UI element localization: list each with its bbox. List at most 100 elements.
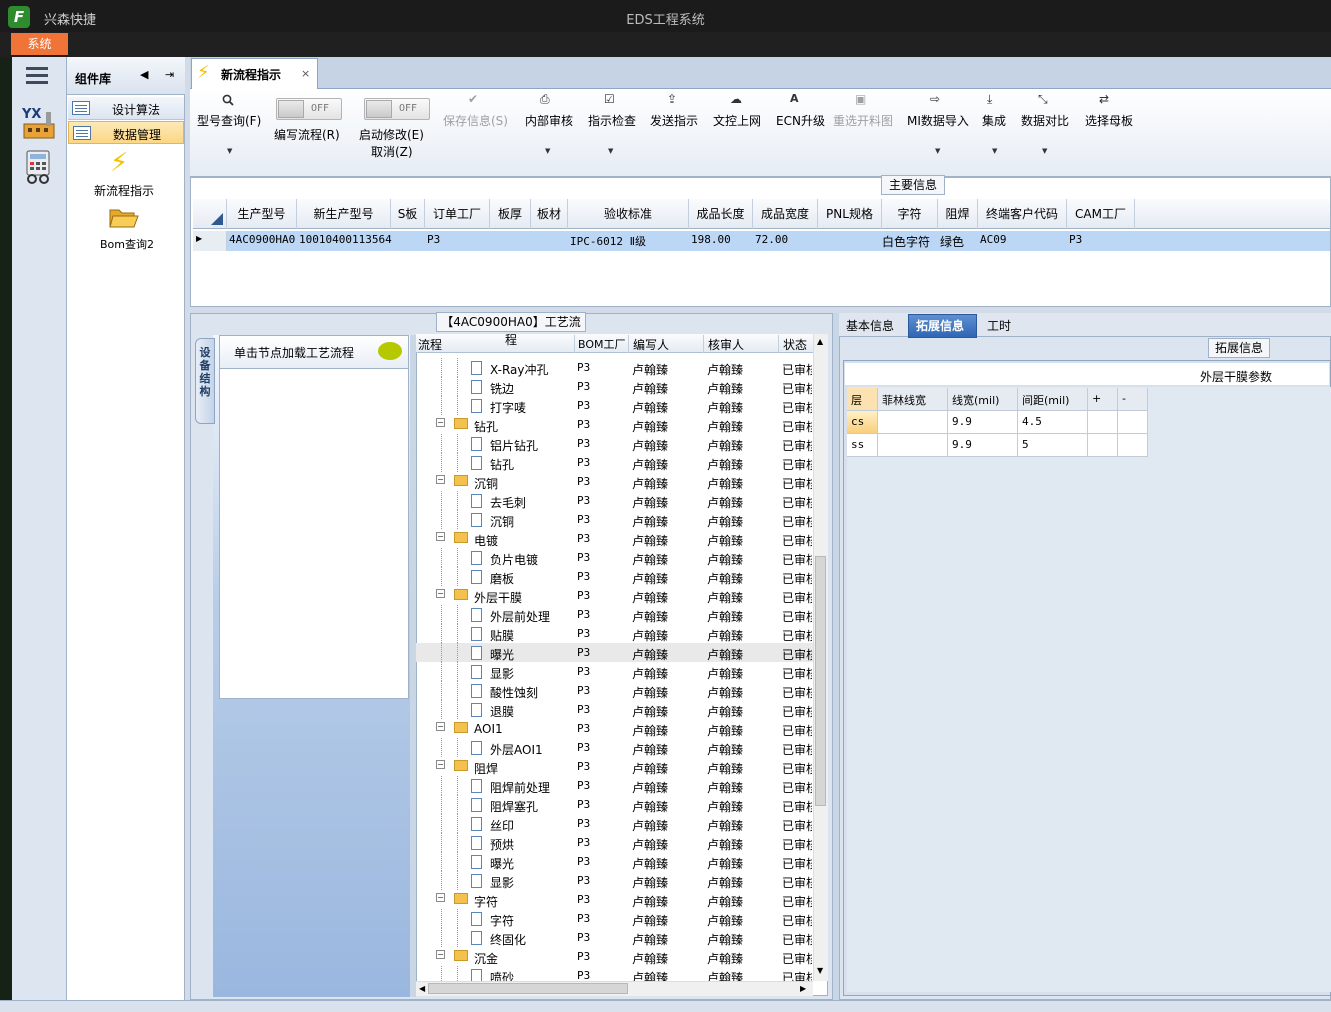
col-header[interactable]: 状态 bbox=[783, 336, 807, 353]
cell-plus[interactable] bbox=[1088, 411, 1118, 434]
select-motherboard-button[interactable]: 选择母板 bbox=[1085, 112, 1133, 129]
cell-film-width[interactable] bbox=[878, 411, 948, 434]
table-row[interactable]: 阻焊前处理 P3 卢翰臻 卢翰臻 已审核 bbox=[416, 776, 813, 795]
table-row[interactable]: X-Ray冲孔 P3 卢翰臻 卢翰臻 已审核 bbox=[416, 358, 813, 377]
col-header[interactable]: PNL规格 bbox=[818, 199, 882, 229]
table-row[interactable]: 外层前处理 P3 卢翰臻 卢翰臻 已审核 bbox=[416, 605, 813, 624]
table-row[interactable]: 丝印 P3 卢翰臻 卢翰臻 已审核 bbox=[416, 814, 813, 833]
col-header[interactable]: 成品长度 bbox=[689, 199, 753, 229]
cell-line-width[interactable]: 9.9 bbox=[948, 434, 1018, 457]
col-header[interactable]: CAM工厂 bbox=[1067, 199, 1135, 229]
col-header[interactable]: 间距(mil) bbox=[1018, 388, 1088, 411]
table-row[interactable]: 钻孔 P3 卢翰臻 卢翰臻 已审核 bbox=[416, 453, 813, 472]
col-header[interactable]: 生产型号 bbox=[227, 199, 297, 229]
cell-layer[interactable]: ss bbox=[847, 434, 878, 457]
col-header[interactable]: 字符 bbox=[882, 199, 938, 229]
table-row[interactable]: − 阻焊 P3 卢翰臻 卢翰臻 已审核 bbox=[416, 757, 813, 776]
add-column-button[interactable]: + bbox=[1088, 388, 1118, 411]
collapse-icon[interactable]: − bbox=[436, 893, 445, 902]
save-info-button[interactable]: 保存信息(S) bbox=[443, 112, 508, 129]
table-row[interactable]: 去毛刺 P3 卢翰臻 卢翰臻 已审核 bbox=[416, 491, 813, 510]
collapse-icon[interactable]: − bbox=[436, 475, 445, 484]
col-header[interactable]: 线宽(mil) bbox=[948, 388, 1018, 411]
system-menu-button[interactable]: 系统 bbox=[11, 33, 68, 55]
col-header[interactable]: BOM工厂 bbox=[578, 336, 626, 352]
write-flow-toggle[interactable]: OFF bbox=[276, 98, 342, 120]
cell-minus[interactable] bbox=[1118, 434, 1148, 457]
dropdown-caret-icon[interactable]: ▼ bbox=[227, 147, 232, 155]
instruction-check-button[interactable]: 指示检查 bbox=[588, 112, 636, 129]
table-row[interactable]: 负片电镀 P3 卢翰臻 卢翰臻 已审核 bbox=[416, 548, 813, 567]
remove-column-button[interactable]: - bbox=[1118, 388, 1148, 411]
cell-film-width[interactable] bbox=[878, 434, 948, 457]
factory-module-icon[interactable]: YX bbox=[20, 104, 58, 140]
col-header[interactable]: 菲林线宽 bbox=[878, 388, 948, 411]
start-modify-toggle[interactable]: OFF bbox=[364, 98, 430, 120]
library-item-data-management[interactable]: 数据管理 bbox=[68, 121, 184, 144]
table-row[interactable]: − 沉金 P3 卢翰臻 卢翰臻 已审核 bbox=[416, 947, 813, 966]
tab-extended-info[interactable]: 拓展信息 bbox=[916, 317, 964, 334]
tool-new-flow-label[interactable]: 新流程指示 bbox=[94, 182, 154, 199]
table-row[interactable]: 磨板 P3 卢翰臻 卢翰臻 已审核 bbox=[416, 567, 813, 586]
table-row[interactable]: 喷砂 P3 卢翰臻 卢翰臻 已审核 bbox=[416, 966, 813, 981]
lightning-icon[interactable]: ⚡ bbox=[110, 148, 128, 178]
row-selector[interactable]: ▶ bbox=[193, 231, 227, 251]
equipment-tree[interactable] bbox=[219, 369, 409, 699]
table-row[interactable]: 显影 P3 卢翰臻 卢翰臻 已审核 bbox=[416, 662, 813, 681]
scroll-thumb[interactable] bbox=[815, 556, 826, 806]
col-header[interactable]: 板厚 bbox=[490, 199, 531, 229]
table-row[interactable]: 沉铜 P3 卢翰臻 卢翰臻 已审核 bbox=[416, 510, 813, 529]
pin-icon[interactable]: ⇥ bbox=[165, 68, 174, 81]
dropdown-caret-icon[interactable]: ▼ bbox=[935, 147, 940, 155]
table-row[interactable]: 铣边 P3 卢翰臻 卢翰臻 已审核 bbox=[416, 377, 813, 396]
hamburger-menu-icon[interactable] bbox=[26, 67, 48, 85]
library-item-design-algorithm[interactable]: 设计算法 bbox=[68, 97, 184, 120]
cell-spacing[interactable]: 4.5 bbox=[1018, 411, 1088, 434]
table-row[interactable]: 终固化 P3 卢翰臻 卢翰臻 已审核 bbox=[416, 928, 813, 947]
table-row[interactable]: 预烘 P3 卢翰臻 卢翰臻 已审核 bbox=[416, 833, 813, 852]
collapse-icon[interactable]: − bbox=[436, 532, 445, 541]
collapse-icon[interactable]: − bbox=[436, 950, 445, 959]
cell-layer[interactable]: cs bbox=[847, 411, 878, 434]
table-row[interactable]: − 外层干膜 P3 卢翰臻 卢翰臻 已审核 bbox=[416, 586, 813, 605]
reselect-cutting-chart-button[interactable]: 重选开料图 bbox=[833, 112, 893, 129]
collapse-left-icon[interactable]: ◀ bbox=[140, 68, 148, 81]
table-row[interactable]: − 钻孔 P3 卢翰臻 卢翰臻 已审核 bbox=[416, 415, 813, 434]
close-icon[interactable]: × bbox=[301, 67, 310, 80]
col-header[interactable]: 新生产型号 bbox=[297, 199, 391, 229]
dropdown-caret-icon[interactable]: ▼ bbox=[992, 147, 997, 155]
table-row[interactable]: − AOI1 P3 卢翰臻 卢翰臻 已审核 bbox=[416, 719, 813, 738]
table-row[interactable]: 阻焊塞孔 P3 卢翰臻 卢翰臻 已审核 bbox=[416, 795, 813, 814]
open-folder-icon[interactable] bbox=[108, 206, 140, 230]
cell-plus[interactable] bbox=[1088, 434, 1118, 457]
doc-control-online-button[interactable]: 文控上网 bbox=[713, 112, 761, 129]
model-query-button[interactable]: 型号查询(F) bbox=[197, 112, 261, 129]
col-header[interactable]: 流程 bbox=[418, 336, 442, 353]
data-compare-button[interactable]: 数据对比 bbox=[1021, 112, 1069, 129]
tab-work-hours[interactable]: 工时 bbox=[987, 317, 1011, 334]
col-header[interactable]: 验收标准 bbox=[568, 199, 689, 229]
table-row[interactable]: 字符 P3 卢翰臻 卢翰臻 已审核 bbox=[416, 909, 813, 928]
ecn-upgrade-button[interactable]: ECN升级 bbox=[776, 112, 825, 129]
cell-spacing[interactable]: 5 bbox=[1018, 434, 1088, 457]
table-row[interactable]: − 电镀 P3 卢翰臻 卢翰臻 已审核 bbox=[416, 529, 813, 548]
tool-bom-query-label[interactable]: Bom查询2 bbox=[100, 236, 154, 252]
table-row[interactable]: 显影 P3 卢翰臻 卢翰臻 已审核 bbox=[416, 871, 813, 890]
send-instruction-button[interactable]: 发送指示 bbox=[650, 112, 698, 129]
table-row[interactable]: − 字符 P3 卢翰臻 卢翰臻 已审核 bbox=[416, 890, 813, 909]
col-header[interactable]: 阻焊 bbox=[938, 199, 978, 229]
col-header[interactable]: 订单工厂 bbox=[425, 199, 490, 229]
dropdown-caret-icon[interactable]: ▼ bbox=[608, 147, 613, 155]
collapse-icon[interactable]: − bbox=[436, 760, 445, 769]
tab-basic-info[interactable]: 基本信息 bbox=[846, 317, 894, 334]
collapse-icon[interactable]: − bbox=[436, 722, 445, 731]
collapse-icon[interactable]: − bbox=[436, 589, 445, 598]
table-row[interactable]: 打字唛 P3 卢翰臻 卢翰臻 已审核 bbox=[416, 396, 813, 415]
integrate-button[interactable]: 集成 bbox=[982, 112, 1006, 129]
table-row[interactable]: 曝光 P3 卢翰臻 卢翰臻 已审核 bbox=[416, 852, 813, 871]
table-row[interactable]: − 沉铜 P3 卢翰臻 卢翰臻 已审核 bbox=[416, 472, 813, 491]
table-row[interactable]: 曝光 P3 卢翰臻 卢翰臻 已审核 bbox=[416, 643, 813, 662]
col-header[interactable]: 终端客户代码 bbox=[978, 199, 1067, 229]
collapse-icon[interactable]: − bbox=[436, 418, 445, 427]
col-header[interactable]: 编写人 bbox=[633, 336, 669, 353]
